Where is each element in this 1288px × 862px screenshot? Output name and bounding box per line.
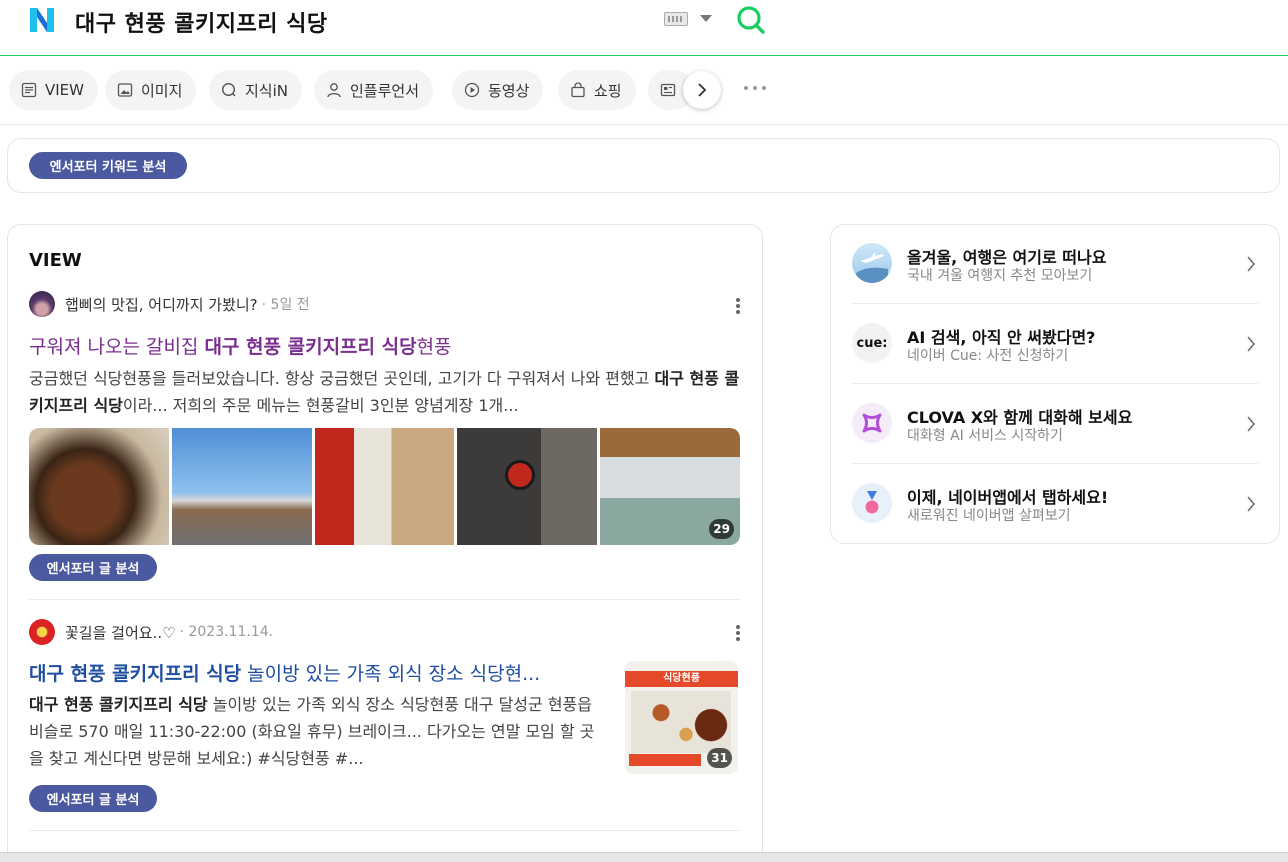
post-divider [29,830,740,831]
post-photo[interactable] [314,428,455,545]
tab-view[interactable]: VIEW [9,70,98,110]
tab-label: 이미지 [141,81,183,100]
post-divider [29,599,740,600]
post-thumbnail[interactable]: 식당현풍 31 [625,661,738,774]
post-photo-strip[interactable]: 29 [29,428,740,545]
author-name: 햅삐의 맛집, 어디까지 가봤니? [65,295,258,314]
chevron-right-icon [1247,416,1255,432]
tab-label: 인플루언서 [350,81,420,100]
photo-count-badge: 29 [709,519,734,539]
promo-item-ai-search[interactable]: cue: AI 검색, 아직 안 써봤다면? 네이버 Cue: 사전 신청하기 [852,304,1258,384]
thumbnail-food-image [631,691,731,753]
medal-icon [852,483,892,523]
tab-label: 동영상 [488,81,530,100]
promo-item-clova-x[interactable]: CLOVA X와 함께 대화해 보세요 대화형 AI 서비스 시작하기 [852,384,1258,464]
naver-logo-icon[interactable] [28,6,56,34]
chevron-down-icon[interactable] [700,15,712,22]
keyword-analysis-button[interactable]: 엔서포터 키워드 분석 [29,152,187,179]
person-icon [327,83,341,98]
tab-label: 쇼핑 [594,81,622,100]
tab-influencer[interactable]: 인플루언서 [314,70,434,110]
avatar [29,619,55,645]
tab-knowledge-in[interactable]: 지식iN [209,70,302,110]
post-photo[interactable] [29,428,169,545]
promo-subtitle: 대화형 AI 서비스 시작하기 [907,428,1063,444]
photo-count-badge: 31 [707,748,732,768]
post-date: · 2023.11.14. [179,624,274,640]
avatar [29,291,55,317]
post-title-link[interactable]: 대구 현풍 콜키지프리 식당 놀이방 있는 가족 외식 장소 식당현... [29,659,609,686]
post-photo[interactable] [171,428,312,545]
post-author[interactable]: 햅삐의 맛집, 어디까지 가봤니? · 5일 전 [29,291,310,317]
airplane-icon [852,243,892,283]
tab-label: VIEW [45,81,84,99]
bag-icon [571,82,585,98]
post-analysis-button[interactable]: 엔서포터 글 분석 [29,554,157,581]
more-options-icon[interactable] [744,86,766,92]
clova-x-icon [852,403,892,443]
search-tabs: VIEW 이미지 지식iN 인플루언서 동영상 쇼핑 [0,56,1288,125]
tab-shopping[interactable]: 쇼핑 [558,70,636,110]
promo-item-naver-app[interactable]: 이제, 네이버앱에서 탭하세요! 새로워진 네이버앱 살펴보기 [852,464,1258,544]
chevron-right-icon [1247,256,1255,272]
tab-images[interactable]: 이미지 [105,70,197,110]
horizontal-scrollbar[interactable] [0,852,1288,862]
thumbnail-footer [629,754,701,766]
chevron-right-icon [1247,496,1255,512]
thumbnail-banner: 식당현풍 [625,671,738,687]
post-analysis-button[interactable]: 엔서포터 글 분석 [29,785,157,812]
search-query-text[interactable]: 대구 현풍 콜키지프리 식당 [75,6,328,38]
post-menu-icon[interactable] [736,625,740,641]
post-photo[interactable] [457,428,598,545]
tab-video[interactable]: 동영상 [452,70,544,110]
newspaper-icon [660,83,676,97]
post-title-link[interactable]: 구워져 나오는 갈비집 대구 현풍 콜키지프리 식당현풍 [29,332,740,359]
search-header: 대구 현풍 콜키지프리 식당 [0,0,1288,56]
image-icon [117,83,133,97]
post-photo[interactable]: 29 [600,428,740,545]
post-date: · 5일 전 [261,297,310,313]
chevron-right-icon [698,83,707,97]
tabs-next-button[interactable] [683,71,721,109]
promo-subtitle: 국내 겨울 여행지 추천 모아보기 [907,268,1093,284]
tab-label: 지식iN [245,81,288,100]
promo-subtitle: 새로워진 네이버앱 살펴보기 [907,508,1071,524]
promo-item-winter-travel[interactable]: 올겨울, 여행은 여기로 떠나요 국내 겨울 여행지 추천 모아보기 [852,224,1258,304]
post-snippet: 궁금했던 식당현풍을 들러보았습니다. 항상 궁금했던 곳인데, 고기가 다 구… [29,369,740,415]
post-author[interactable]: 꽃길을 걸어요..♡ · 2023.11.14. [29,619,273,645]
author-name: 꽃길을 걸어요..♡ [65,623,176,642]
keyboard-icon[interactable] [664,12,688,26]
search-bubble-icon [221,82,236,97]
document-icon [21,82,37,98]
post-menu-icon[interactable] [736,298,740,314]
cue-logo-icon: cue: [852,323,892,363]
search-icon[interactable] [735,5,767,35]
post-snippet: 대구 현풍 콜키지프리 식당 놀이방 있는 가족 외식 장소 식당현풍 대구 달… [29,695,595,768]
chevron-right-icon [1247,336,1255,352]
promo-subtitle: 네이버 Cue: 사전 신청하기 [907,348,1069,364]
keyword-analysis-box [7,138,1280,193]
play-icon [464,82,480,98]
section-title: VIEW [29,250,82,271]
